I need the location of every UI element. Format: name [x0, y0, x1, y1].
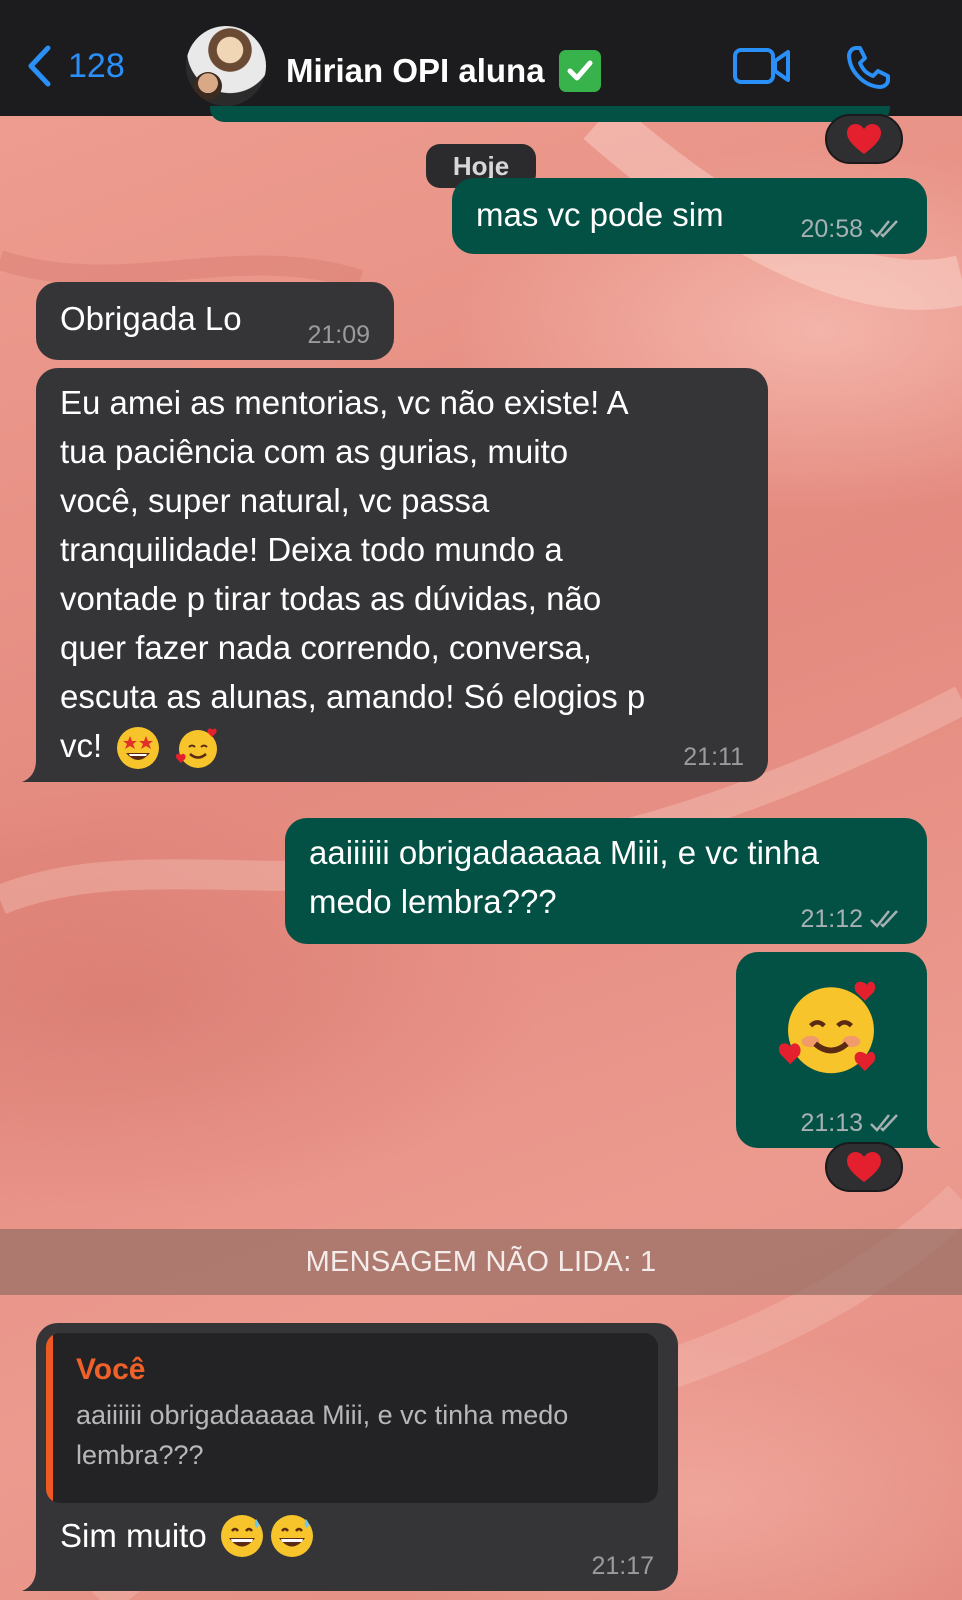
red-heart-emoji-icon: [847, 1152, 881, 1182]
message-meta: 21:11: [683, 742, 744, 772]
video-call-icon[interactable]: [732, 44, 792, 93]
incoming-message[interactable]: Obrigada Lo 21:09: [36, 282, 394, 360]
message-line: vontade p tirar todas as dúvidas, não: [60, 580, 602, 617]
message-text: Obrigada Lo: [60, 300, 242, 337]
message-body: Eu amei as mentorias, vc não existe! A t…: [60, 378, 750, 771]
contact-avatar[interactable]: [186, 26, 266, 106]
message-time: 21:09: [307, 321, 370, 349]
reaction-badge[interactable]: [825, 1142, 903, 1192]
message-time: 21:17: [591, 1552, 654, 1580]
unread-messages-banner: MENSAGEM NÃO LIDA: 1: [0, 1229, 962, 1295]
message-meta: 21:17: [591, 1551, 654, 1581]
quote-text: aaiiiiii obrigadaaaaa Miii, e vc tinha m…: [76, 1400, 569, 1470]
bubble-tail: [921, 1126, 941, 1148]
outgoing-message[interactable]: mas vc pode sim 20:58: [452, 178, 927, 254]
message-line: medo lembra???: [309, 883, 557, 920]
red-heart-emoji-icon: [847, 124, 881, 154]
message-meta: 21:09: [307, 320, 370, 350]
message-time: 21:13: [800, 1109, 863, 1137]
message-list[interactable]: Hoje mas vc pode sim 20:58 Obrigada Lo 2…: [0, 106, 962, 1600]
message-text: Sim muito: [60, 1517, 207, 1554]
quoted-message[interactable]: Você aaiiiiii obrigadaaaaa Miii, e vc ti…: [46, 1333, 658, 1503]
quote-accent-bar: [46, 1333, 53, 1503]
check-mark-emoji-icon: [558, 50, 601, 92]
message-line: escuta as alunas, amando! Só elogios p: [60, 678, 646, 715]
message-meta: 21:13: [800, 1108, 903, 1138]
message-line: você, super natural, vc passa: [60, 482, 490, 519]
reaction-badge[interactable]: [825, 114, 903, 164]
message-line: quer fazer nada correndo, conversa,: [60, 629, 592, 666]
outgoing-emoji-message[interactable]: 21:13: [736, 952, 941, 1148]
chat-header: 128 Mirian OPI aluna: [0, 0, 962, 116]
chevron-left-icon: [28, 45, 51, 87]
grinning-face-with-sweat-emoji-icon: [270, 1514, 313, 1557]
smiling-face-with-hearts-emoji-icon: [175, 728, 217, 769]
contact-name-text: Mirian OPI aluna: [286, 52, 545, 89]
back-unread-count: 128: [68, 46, 125, 85]
incoming-reply-message[interactable]: Você aaiiiiii obrigadaaaaa Miii, e vc ti…: [22, 1323, 678, 1591]
bubble-tail: [22, 1569, 42, 1591]
message-line: tranquilidade! Deixa todo mundo a: [60, 531, 563, 568]
message-line: Eu amei as mentorias, vc não existe! A: [60, 384, 629, 421]
back-button[interactable]: 128: [26, 44, 125, 88]
grinning-face-with-sweat-emoji-icon: [220, 1514, 263, 1557]
previous-message-edge: [210, 106, 890, 122]
smiling-face-with-hearts-emoji-icon: [778, 981, 876, 1074]
message-text: mas vc pode sim: [476, 196, 724, 233]
message-time: 21:12: [800, 905, 863, 933]
message-line: tua paciência com as gurias, muito: [60, 433, 569, 470]
message-line: aaiiiiii obrigadaaaaa Miii, e vc tinha: [309, 834, 819, 871]
outgoing-message[interactable]: aaiiiiii obrigadaaaaa Miii, e vc tinha m…: [285, 818, 927, 944]
message-meta: 21:12: [800, 904, 903, 934]
double-check-icon: [870, 1114, 898, 1132]
double-check-icon: [870, 910, 898, 928]
contact-name[interactable]: Mirian OPI aluna: [286, 50, 601, 92]
phone-call-icon[interactable]: [844, 44, 892, 97]
message-body: Sim muito: [60, 1511, 315, 1560]
message-body: aaiiiiii obrigadaaaaa Miii, e vc tinha m…: [309, 828, 819, 926]
star-struck-emoji-icon: [117, 727, 160, 770]
double-check-icon: [870, 220, 898, 238]
message-time: 20:58: [800, 215, 863, 243]
bubble-tail: [22, 760, 42, 782]
quote-author: Você: [76, 1353, 146, 1386]
message-time: 21:11: [683, 743, 744, 771]
message-meta: 20:58: [800, 214, 903, 244]
message-line-last: vc!: [60, 721, 750, 771]
incoming-message[interactable]: Eu amei as mentorias, vc não existe! A t…: [22, 368, 768, 782]
